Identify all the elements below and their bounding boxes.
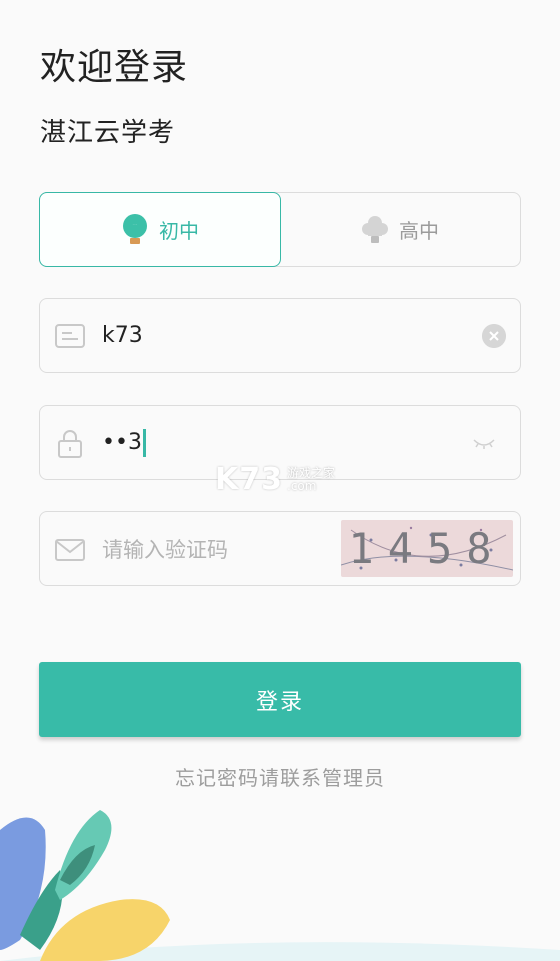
login-button[interactable]: 登录: [39, 662, 521, 737]
text-cursor: [142, 428, 146, 457]
username-field[interactable]: k73: [39, 298, 521, 373]
lock-icon: [58, 430, 82, 458]
mail-icon: [55, 539, 85, 561]
eye-closed-icon[interactable]: [472, 436, 496, 450]
page-title: 欢迎登录: [40, 47, 189, 88]
school-name: 湛江云学考: [40, 118, 176, 148]
tab-senior-high-label: 高中: [399, 219, 439, 243]
site-watermark: K73 游戏之家 .com: [215, 462, 336, 497]
svg-text:·· ··: ·· ··: [133, 222, 138, 226]
tab-junior-high-label: 初中: [159, 219, 199, 243]
clear-icon[interactable]: [482, 323, 506, 348]
school-level-tabs: ·· ·· 初中 高中: [39, 192, 521, 267]
captcha-field[interactable]: 请输入验证码 1458: [39, 511, 521, 586]
tab-junior-high[interactable]: ·· ·· 初中: [39, 192, 281, 267]
captcha-code: 1458: [348, 524, 506, 573]
password-value: ••3: [102, 428, 146, 457]
leaf-illustration: [0, 810, 560, 961]
forgot-password-hint: 忘记密码请联系管理员: [175, 766, 385, 790]
id-card-icon: [55, 324, 85, 348]
cloud-bulb-icon: [362, 215, 388, 243]
username-value: k73: [102, 323, 143, 348]
captcha-image[interactable]: 1458: [341, 520, 513, 577]
captcha-input[interactable]: 请输入验证码: [102, 534, 228, 564]
tab-senior-high[interactable]: 高中: [280, 193, 520, 266]
lightbulb-icon: ·· ··: [123, 213, 147, 244]
